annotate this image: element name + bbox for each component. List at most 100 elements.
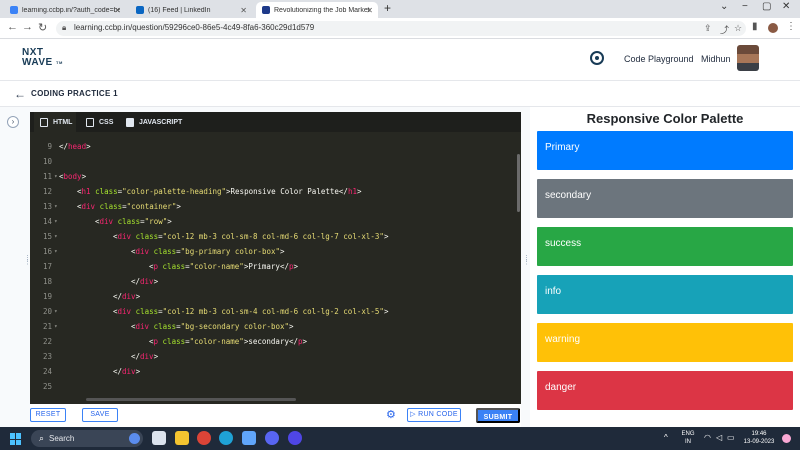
fold-arrow-icon[interactable]: ▾	[54, 304, 58, 319]
fold-arrow-icon[interactable]: ▾	[54, 199, 58, 214]
code-line[interactable]: 17 <p class="color-name">Primary</p>	[30, 259, 521, 274]
tab-css[interactable]: CSS	[82, 112, 118, 132]
task-view-icon[interactable]	[152, 431, 166, 445]
volume-icon[interactable]: ◁	[716, 433, 722, 442]
code-line[interactable]: 20 ▾ <div class="col-12 mb-3 col-sm-4 col-…	[30, 304, 521, 319]
clock[interactable]: 19:46 13-09-2023	[739, 430, 779, 446]
back-arrow-icon[interactable]: ←	[7, 21, 18, 33]
code-line[interactable]: 25	[30, 379, 521, 394]
tab-label: HTML	[53, 118, 73, 126]
code-line[interactable]: 22 <p class="color-name">secondary</p>	[30, 334, 521, 349]
code-line[interactable]: 10	[30, 154, 521, 169]
line-number: 9	[47, 142, 52, 151]
code-token: >	[356, 187, 362, 196]
code-text: </div>	[131, 274, 158, 289]
reset-button[interactable]: RESET	[30, 408, 66, 422]
window-close-icon[interactable]: ✕	[782, 1, 790, 12]
tab-javascript[interactable]: JAVASCRIPT	[122, 112, 192, 132]
chevron-down-icon[interactable]: ⌄	[720, 1, 728, 12]
code-token: </	[113, 367, 123, 376]
resize-handle-icon[interactable]: ⋮ ⋮	[24, 255, 31, 266]
code-line[interactable]: 16 ▾ <div class="bg-primary color-box">	[30, 244, 521, 259]
back-arrow-icon[interactable]: ←	[14, 87, 26, 101]
profile-avatar-icon[interactable]	[768, 23, 778, 33]
fold-arrow-icon[interactable]: ▾	[54, 229, 58, 244]
collapse-chevron-icon[interactable]: ›	[7, 116, 19, 128]
language-indicator[interactable]: ENG IN	[679, 430, 697, 446]
submit-button[interactable]: SUBMIT	[476, 408, 520, 423]
tab-html[interactable]: HTML	[34, 112, 76, 132]
browser-tab[interactable]: (16) Feed | LinkedIn ✕	[130, 2, 252, 18]
code-line[interactable]: 13 ▾ <div class="container">	[30, 199, 521, 214]
code-line[interactable]: 23 </div>	[30, 349, 521, 364]
file-explorer-icon[interactable]	[175, 431, 189, 445]
bookmark-star-icon[interactable]: ☆	[734, 23, 742, 34]
sidepanel-icon[interactable]: ▮	[752, 21, 758, 32]
horizontal-scrollbar[interactable]	[86, 398, 296, 401]
discord-icon[interactable]	[265, 431, 279, 445]
notification-icon[interactable]	[782, 434, 791, 443]
code-line[interactable]: 12 <h1 class="color-palette-heading">Resp…	[30, 184, 521, 199]
chevron-up-icon[interactable]: ^	[664, 433, 668, 442]
wifi-icon[interactable]: ◠	[704, 433, 711, 442]
taskbar-search[interactable]: ⌕ Search	[31, 430, 143, 447]
code-token: </	[131, 352, 141, 361]
app-icon[interactable]	[288, 431, 302, 445]
code-line[interactable]: 24 </div>	[30, 364, 521, 379]
url-bar[interactable]: 🔒︎ learning.ccbp.in/question/59296ce0-86…	[56, 21, 746, 36]
code-line[interactable]: 21 ▾ <div class="bg-secondary color-box">	[30, 319, 521, 334]
close-icon[interactable]: ✕	[114, 6, 121, 15]
save-button[interactable]: SAVE	[82, 408, 118, 422]
nxtwave-logo[interactable]: NXT WAVE TM	[22, 48, 63, 68]
question-bar: ← CODING PRACTICE 1	[0, 81, 800, 107]
nxtwave-favicon-icon	[262, 6, 270, 14]
chrome-icon[interactable]	[197, 431, 211, 445]
code-token: div	[122, 367, 136, 376]
code-playground-link[interactable]: Code Playground	[624, 54, 694, 64]
browser-tab[interactable]: learning.ccbp.in/?auth_code=be ✕	[4, 2, 126, 18]
fold-arrow-icon[interactable]: ▾	[54, 244, 58, 259]
resize-handle-icon[interactable]: ⋮ ⋮	[523, 255, 530, 266]
run-code-button[interactable]: ▷ RUN CODE	[407, 408, 461, 422]
browser-tab-active[interactable]: Revolutionizing the Job Market | ✕	[256, 2, 378, 18]
close-icon[interactable]: ✕	[240, 6, 247, 15]
line-number: 13	[42, 202, 52, 211]
minimize-icon[interactable]: −	[742, 1, 748, 12]
fold-arrow-icon[interactable]: ▾	[54, 169, 58, 184]
vertical-scrollbar[interactable]	[517, 154, 520, 212]
avatar[interactable]	[737, 45, 759, 71]
code-line[interactable]: 14 ▾ <div class="row">	[30, 214, 521, 229]
menu-dots-icon[interactable]: ⋮	[786, 21, 796, 32]
code-lines[interactable]: 9 </head> 10 11 ▾ <body> 12 <h1 class="color-pa…	[30, 139, 521, 399]
code-editor[interactable]: HTML CSS JAVASCRIPT 9 </head> 10 11 ▾ <body> 1…	[30, 112, 521, 404]
windows-start-icon[interactable]	[10, 433, 22, 445]
line-number: 12	[42, 187, 52, 196]
share-icon[interactable]: ⇪	[704, 23, 712, 34]
line-number: 18	[42, 277, 52, 286]
color-box: success	[537, 227, 793, 266]
new-tab-icon[interactable]: +	[384, 1, 391, 15]
code-line[interactable]: 9 </head>	[30, 139, 521, 154]
close-icon[interactable]: ✕	[366, 6, 373, 15]
lang-line2: IN	[685, 439, 691, 445]
code-line[interactable]: 11 ▾ <body>	[30, 169, 521, 184]
code-line[interactable]: 18 </div>	[30, 274, 521, 289]
gear-icon[interactable]: ⚙	[386, 408, 396, 421]
store-icon[interactable]	[242, 431, 256, 445]
share-page-icon[interactable]: ⤴	[720, 23, 729, 36]
edge-icon[interactable]	[219, 431, 233, 445]
battery-icon[interactable]: ▭	[727, 433, 735, 442]
user-name[interactable]: Midhun	[701, 54, 731, 64]
code-line[interactable]: 15 ▾ <div class="col-12 mb-3 col-sm-8 col-…	[30, 229, 521, 244]
fold-arrow-icon[interactable]: ▾	[54, 319, 58, 334]
code-token: </	[113, 292, 123, 301]
search-highlight-icon	[129, 433, 140, 444]
code-token: >secondary</	[243, 337, 299, 346]
code-line[interactable]: 19 </div>	[30, 289, 521, 304]
forward-arrow-icon[interactable]: →	[22, 21, 33, 33]
timer-icon[interactable]	[590, 51, 604, 65]
maximize-icon[interactable]: ▢	[762, 1, 771, 12]
code-text: </div>	[113, 289, 140, 304]
fold-arrow-icon[interactable]: ▾	[54, 214, 58, 229]
reload-icon[interactable]: ↻	[38, 21, 47, 34]
